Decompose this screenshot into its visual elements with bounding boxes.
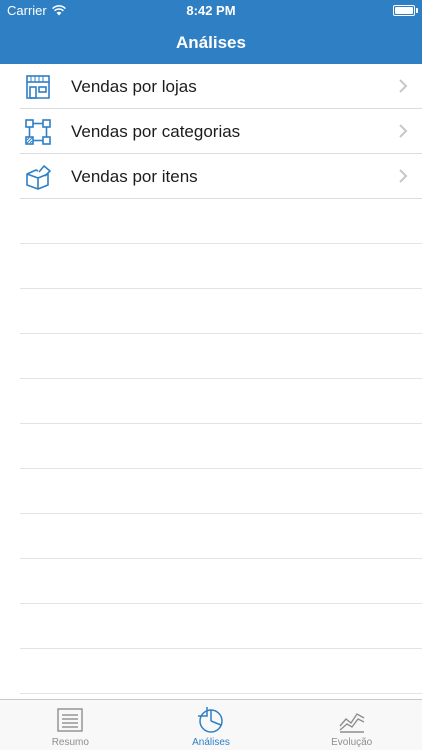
chevron-right-icon [399, 124, 408, 138]
empty-row [20, 199, 422, 244]
empty-row [20, 244, 422, 289]
list-item-vendas-por-categorias[interactable]: Vendas por categorias [20, 109, 422, 154]
empty-row [20, 604, 422, 649]
tab-resumo[interactable]: Resumo [0, 700, 141, 750]
battery-tip [416, 8, 418, 13]
tab-evolucao[interactable]: Evolução [281, 700, 422, 750]
categories-icon [25, 119, 51, 145]
navigation-header: Carrier 8:42 PM Análises [0, 0, 422, 64]
battery-icon [393, 5, 415, 16]
page-title: Análises [176, 33, 246, 52]
pie-chart-icon [198, 707, 223, 733]
tab-label: Resumo [51, 737, 89, 748]
analysis-list: Vendas por lojas Vendas por categorias V… [0, 64, 422, 694]
empty-row [20, 334, 422, 379]
status-time: 8:42 PM [186, 3, 236, 18]
list-item-vendas-por-lojas[interactable]: Vendas por lojas [20, 64, 422, 109]
empty-row [20, 559, 422, 604]
list-item-label: Vendas por categorias [71, 122, 241, 141]
tab-label: Evolução [331, 737, 373, 748]
battery-fill [395, 7, 413, 14]
trend-chart-icon [339, 713, 365, 733]
list-item-label: Vendas por itens [71, 167, 198, 186]
empty-row [20, 289, 422, 334]
box-icon [26, 165, 51, 190]
list-item-vendas-por-itens[interactable]: Vendas por itens [20, 154, 422, 199]
tab-label: Análises [192, 737, 230, 748]
document-icon [57, 708, 84, 732]
tab-bar: Resumo Análises Evolução [0, 699, 422, 750]
store-icon [26, 75, 50, 99]
chevron-right-icon [399, 79, 408, 93]
empty-row [20, 424, 422, 469]
empty-row [20, 379, 422, 424]
list-item-label: Vendas por lojas [71, 77, 197, 96]
empty-row [20, 469, 422, 514]
empty-row [20, 514, 422, 559]
empty-row [20, 649, 422, 694]
status-bar: Carrier 8:42 PM [0, 0, 422, 22]
tab-analises[interactable]: Análises [141, 700, 282, 750]
chevron-right-icon [399, 169, 408, 183]
